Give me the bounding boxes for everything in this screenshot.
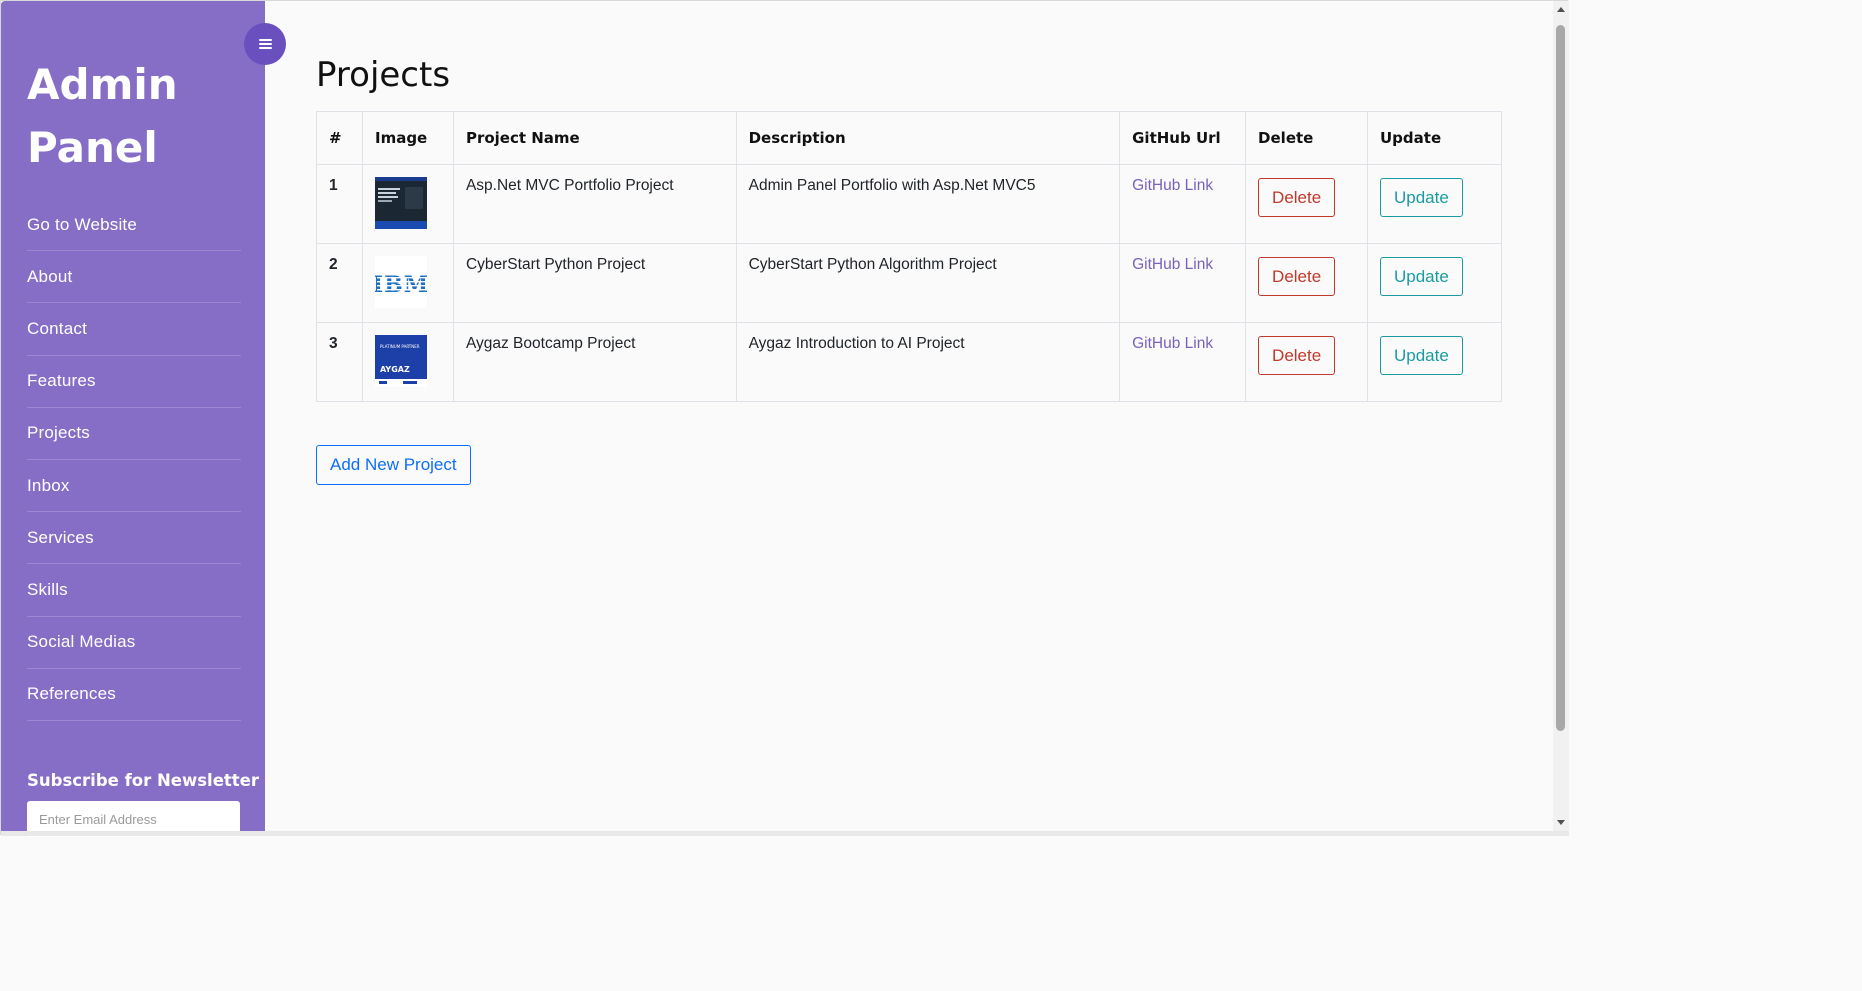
row-image-cell: IBM xyxy=(361,243,454,323)
row-number: 1 xyxy=(316,164,363,244)
sidebar-item-services[interactable]: Services xyxy=(27,512,241,565)
update-button[interactable]: Update xyxy=(1380,257,1463,296)
sidebar-item-contact[interactable]: Contact xyxy=(27,303,241,356)
sidebar-item-references[interactable]: References xyxy=(27,669,241,721)
aygaz-badge-text: PLATINUM PARTNER xyxy=(380,344,420,349)
column-header-description: Description xyxy=(735,111,1121,165)
newsletter-title: Subscribe for Newsletter xyxy=(27,771,259,790)
row-description: Aygaz Introduction to AI Project xyxy=(735,322,1121,402)
row-github-cell: GitHub Link xyxy=(1119,243,1247,323)
aygaz-logo-text: AYGAZ xyxy=(380,365,410,374)
column-header-delete: Delete xyxy=(1245,111,1368,165)
github-link[interactable]: GitHub Link xyxy=(1132,256,1213,273)
update-button[interactable]: Update xyxy=(1380,336,1463,375)
add-new-project-button[interactable]: Add New Project xyxy=(316,445,471,485)
brand-title: Admin Panel xyxy=(27,60,178,172)
table-header-row: # Image Project Name Description GitHub … xyxy=(316,111,1502,165)
ibm-logo-image: IBM xyxy=(374,256,427,308)
row-description: CyberStart Python Algorithm Project xyxy=(735,243,1121,323)
row-project-name: CyberStart Python Project xyxy=(452,243,737,323)
row-github-cell: GitHub Link xyxy=(1119,164,1247,244)
row-project-name: Aygaz Bootcamp Project xyxy=(452,322,737,402)
row-delete-cell: Delete xyxy=(1245,243,1368,323)
aygaz-thumbnail-image: PLATINUM PARTNER AYGAZ xyxy=(374,335,427,387)
delete-button[interactable]: Delete xyxy=(1258,257,1336,296)
row-github-cell: GitHub Link xyxy=(1119,322,1247,402)
sidebar: Admin Panel Go to Website About Contact … xyxy=(1,1,265,837)
row-image-cell: PLATINUM PARTNER AYGAZ xyxy=(361,322,454,402)
row-image-cell xyxy=(361,164,454,244)
column-header-number: # xyxy=(316,111,363,165)
table-row: 1 Asp.Net MVC Portfolio Project Admin Pa… xyxy=(316,164,1502,244)
scrollbar-thumb[interactable] xyxy=(1556,25,1565,731)
row-update-cell: Update xyxy=(1367,322,1502,402)
column-header-github-url: GitHub Url xyxy=(1119,111,1247,165)
update-button[interactable]: Update xyxy=(1380,178,1463,217)
row-update-cell: Update xyxy=(1367,243,1502,323)
row-project-name: Asp.Net MVC Portfolio Project xyxy=(452,164,737,244)
github-link[interactable]: GitHub Link xyxy=(1132,335,1213,352)
sidebar-toggle-button[interactable] xyxy=(244,23,286,65)
app-window: Admin Panel Go to Website About Contact … xyxy=(0,0,1569,837)
column-header-image: Image xyxy=(361,111,454,165)
main-content: Projects # Image Project Name Descriptio… xyxy=(265,1,1553,831)
delete-button[interactable]: Delete xyxy=(1258,336,1336,375)
delete-button[interactable]: Delete xyxy=(1258,178,1336,217)
sidebar-menu: Go to Website About Contact Features Pro… xyxy=(27,199,241,721)
column-header-update: Update xyxy=(1367,111,1502,165)
column-header-project-name: Project Name xyxy=(452,111,737,165)
row-delete-cell: Delete xyxy=(1245,164,1368,244)
row-update-cell: Update xyxy=(1367,164,1502,244)
sidebar-item-features[interactable]: Features xyxy=(27,356,241,408)
sidebar-item-skills[interactable]: Skills xyxy=(27,564,241,617)
table-row: 3 PLATINUM PARTNER AYGAZ Aygaz Bootcamp … xyxy=(316,322,1502,402)
sidebar-item-inbox[interactable]: Inbox xyxy=(27,460,241,513)
sidebar-item-projects[interactable]: Projects xyxy=(27,408,241,460)
scroll-down-arrow-icon[interactable] xyxy=(1557,820,1565,825)
horizontal-scrollbar[interactable] xyxy=(1,831,1569,836)
row-delete-cell: Delete xyxy=(1245,322,1368,402)
hamburger-menu-icon xyxy=(258,39,272,49)
table-row: 2 IBM Cyber xyxy=(316,243,1502,323)
scroll-up-arrow-icon[interactable] xyxy=(1557,7,1565,12)
sidebar-item-social-medias[interactable]: Social Medias xyxy=(27,617,241,669)
sidebar-item-go-to-website[interactable]: Go to Website xyxy=(27,199,241,252)
sidebar-item-about[interactable]: About xyxy=(27,251,241,304)
page-title: Projects xyxy=(316,55,451,95)
github-link[interactable]: GitHub Link xyxy=(1132,177,1213,194)
vertical-scrollbar[interactable] xyxy=(1553,1,1569,831)
row-description: Admin Panel Portfolio with Asp.Net MVC5 xyxy=(735,164,1121,244)
row-number: 3 xyxy=(316,322,363,402)
projects-table: # Image Project Name Description GitHub … xyxy=(316,111,1502,402)
portfolio-thumbnail-image xyxy=(374,177,427,229)
row-number: 2 xyxy=(316,243,363,323)
